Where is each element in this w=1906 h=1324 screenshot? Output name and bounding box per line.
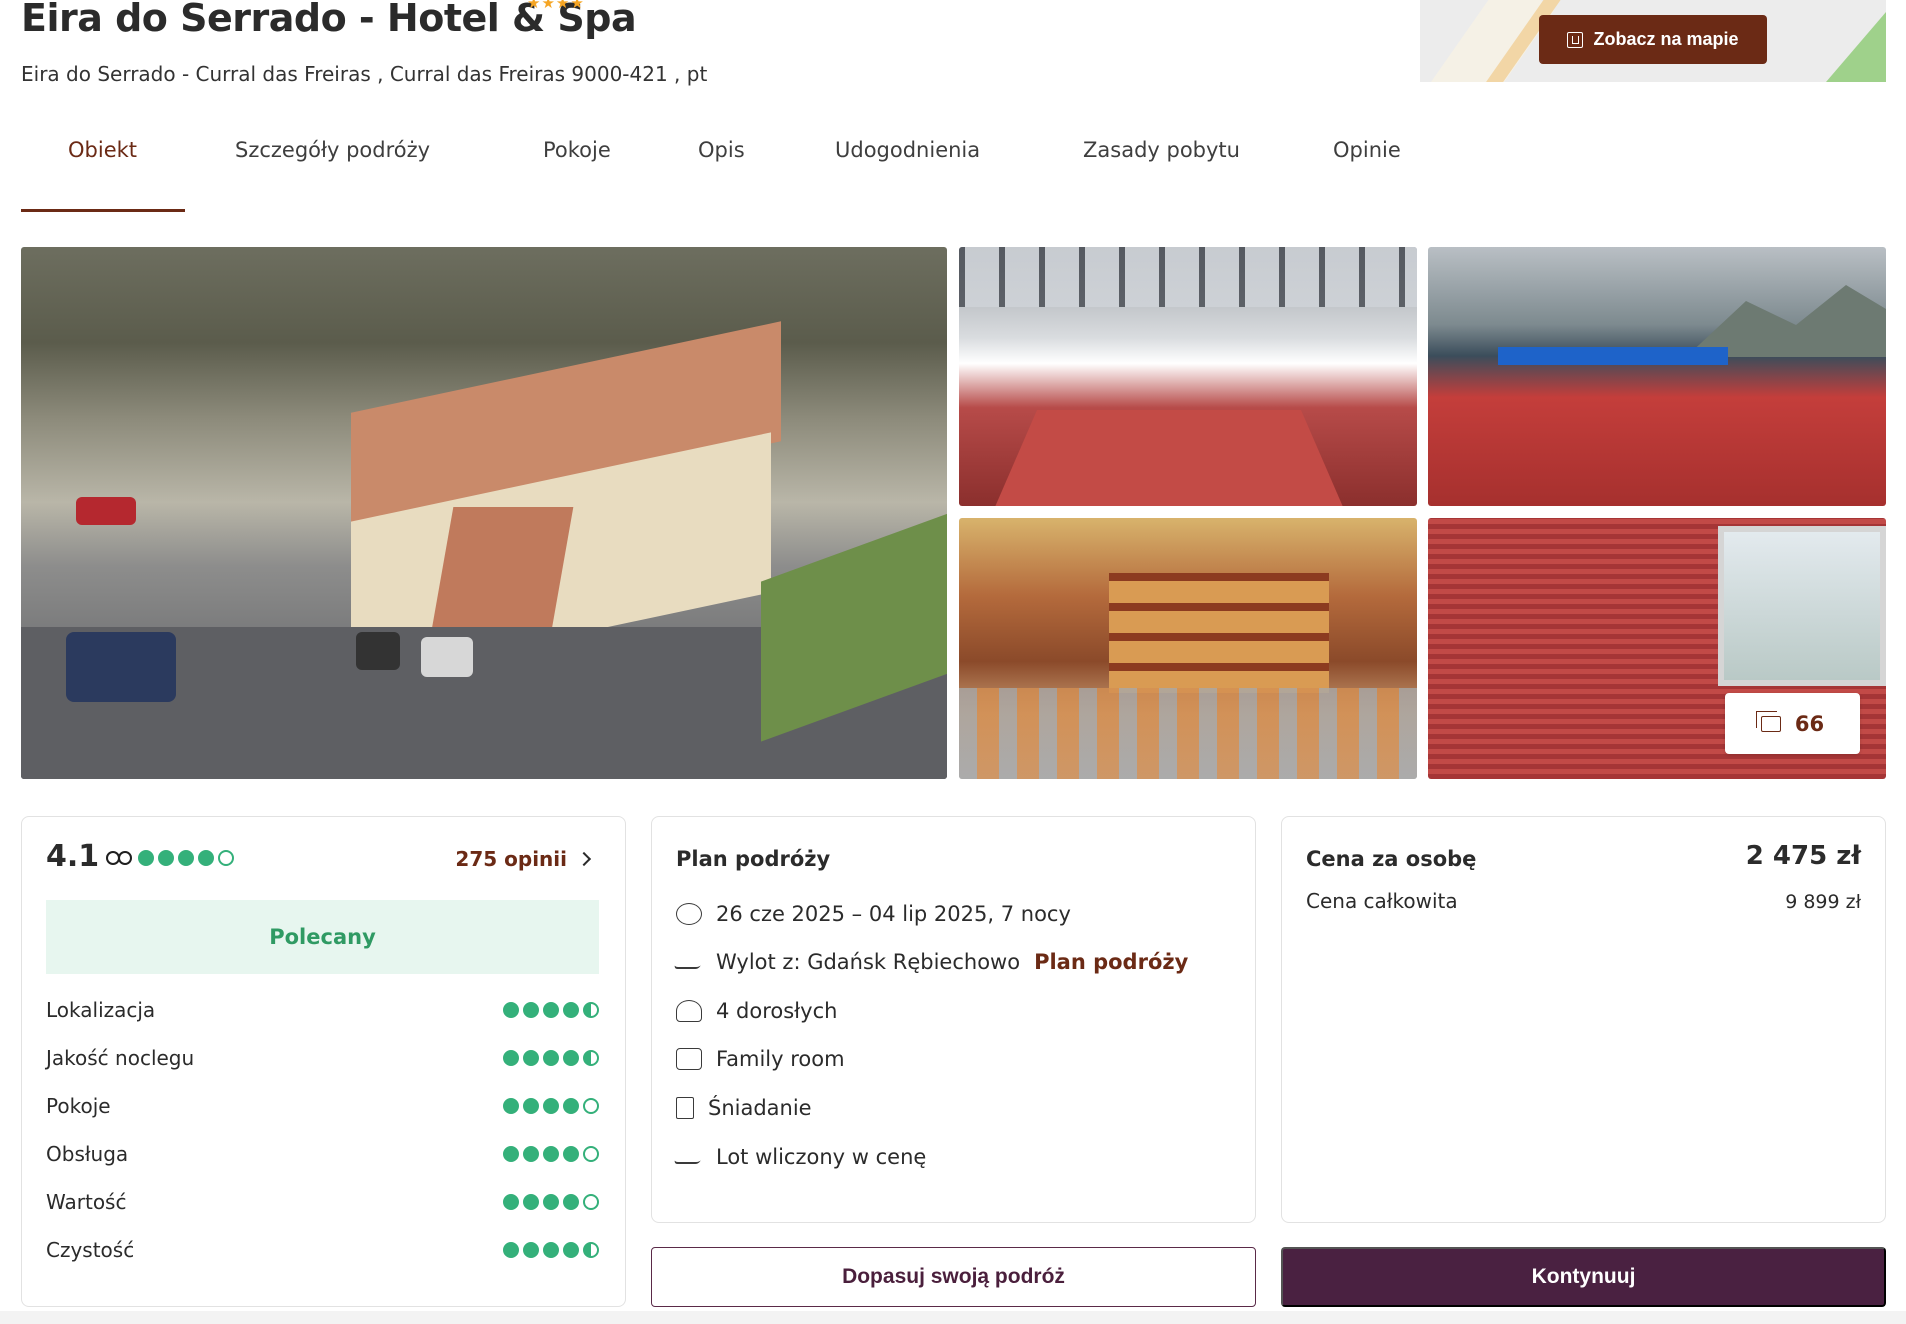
bed-icon — [676, 1048, 702, 1070]
chevron-right-icon — [576, 851, 592, 867]
rating-dots — [503, 1146, 599, 1162]
price-card: Cena za osobę 2 475 zł Cena całkowita 9 … — [1281, 816, 1886, 1223]
trip-room: Family room — [676, 1047, 845, 1071]
trip-board: Śniadanie — [676, 1096, 812, 1120]
rating-dots — [503, 1242, 599, 1258]
tab-obiekt[interactable]: Obiekt — [21, 138, 185, 212]
trip-plan-title: Plan podróży — [676, 847, 831, 871]
trip-plan-link[interactable]: Plan podróży — [1034, 950, 1188, 974]
reviews-count-link[interactable]: 275 opinii — [455, 847, 592, 871]
rating-dots — [503, 1050, 599, 1066]
rating-row: Czystość — [46, 1235, 599, 1265]
gallery-photo-main[interactable] — [21, 247, 947, 779]
rating-dots — [503, 1002, 599, 1018]
recommended-badge: Polecany — [46, 900, 599, 974]
gallery-photo-pool[interactable] — [1428, 247, 1886, 506]
view-map-button[interactable]: Zobacz na mapie — [1539, 15, 1767, 64]
hotel-stars: ★★★★ — [527, 0, 585, 12]
trip-plan-card: Plan podróży 26 cze 2025 – 04 lip 2025, … — [651, 816, 1256, 1223]
hotel-icon — [1567, 31, 1584, 48]
rating-dots — [503, 1194, 599, 1210]
trip-dates: 26 cze 2025 – 04 lip 2025, 7 nocy — [676, 902, 1071, 926]
view-map-label: Zobacz na mapie — [1593, 29, 1739, 49]
price-total: 9 899 zł — [1785, 891, 1861, 913]
rating-dots — [503, 1098, 599, 1114]
tab-opis[interactable]: Opis — [637, 138, 774, 212]
trip-flight: Lot wliczony w cenę — [673, 1145, 926, 1169]
rating-row: Jakość noclegu — [46, 1043, 599, 1073]
calendar-clock-icon — [676, 903, 702, 925]
section-tabs: Obiekt Szczegóły podróży Pokoje Opis Udo… — [21, 138, 1401, 212]
price-per-person-label: Cena za osobę — [1306, 847, 1477, 871]
people-icon — [676, 1000, 702, 1022]
tab-opinie[interactable]: Opinie — [1266, 138, 1401, 212]
trip-guests: 4 dorosłych — [676, 999, 837, 1023]
tab-pokoje[interactable]: Pokoje — [472, 138, 637, 212]
gallery-photo-cafe[interactable] — [959, 518, 1417, 779]
rating-row: Pokoje — [46, 1091, 599, 1121]
gallery-photo-corridor[interactable] — [959, 247, 1417, 506]
trip-departure: Wylot z: Gdańsk Rębiechowo Plan podróży — [673, 950, 1188, 974]
photo-count: 66 — [1794, 711, 1825, 736]
continue-button[interactable]: Kontynuuj — [1281, 1247, 1886, 1307]
rating-row: Wartość — [46, 1187, 599, 1217]
page-footer-strip — [0, 1311, 1906, 1324]
tab-szczegoly-podrozy[interactable]: Szczegóły podróży — [185, 138, 472, 212]
rating-row: Obsługa — [46, 1139, 599, 1169]
plane-icon — [673, 1150, 705, 1164]
tab-udogodnienia[interactable]: Udogodnienia — [774, 138, 1015, 212]
overall-rating-dots — [138, 850, 234, 866]
rating-row: Lokalizacja — [46, 995, 599, 1025]
customize-trip-button[interactable]: Dopasuj swoją podróż — [651, 1247, 1256, 1307]
price-total-label: Cena całkowita — [1306, 889, 1458, 913]
review-score: 4.1 — [46, 839, 100, 874]
photo-count-button[interactable]: 66 — [1725, 693, 1860, 754]
cutlery-icon — [676, 1097, 694, 1119]
plane-takeoff-icon — [673, 955, 705, 969]
reviews-card: 4.1 275 opinii Polecany Lokalizacja Jako… — [21, 816, 626, 1307]
hotel-address: Eira do Serrado - Curral das Freiras , C… — [21, 62, 708, 86]
tab-zasady-pobytu[interactable]: Zasady pobytu — [1015, 138, 1266, 212]
gallery-icon — [1755, 710, 1781, 732]
tripadvisor-icon — [106, 851, 134, 865]
price-per-person: 2 475 zł — [1745, 841, 1861, 871]
